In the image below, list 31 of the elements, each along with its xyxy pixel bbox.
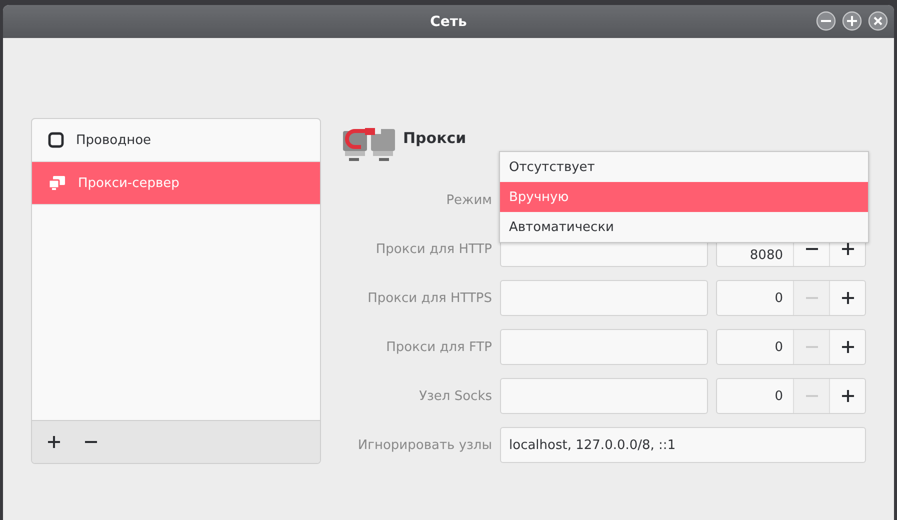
port-spinner[interactable]: 0 <box>716 280 866 316</box>
computers-icon <box>48 175 66 191</box>
port-value: 8080 <box>748 248 784 265</box>
field-label: Прокси для HTTPS <box>366 290 492 306</box>
plus-icon <box>842 292 854 304</box>
window-title: Сеть <box>430 14 467 30</box>
port-spinner[interactable]: 0 <box>716 329 866 365</box>
network-proxy-icon <box>341 125 397 163</box>
field-label: Прокси для HTTP <box>374 242 492 256</box>
plus-icon <box>842 341 854 353</box>
menu-item[interactable]: Отсутствует <box>500 152 868 182</box>
maximize-icon[interactable] <box>842 11 862 31</box>
host-field[interactable] <box>500 280 708 316</box>
field-label: Узел Socks <box>418 388 492 404</box>
ignore-hosts-field[interactable]: localhost, 127.0.0.0/8, ::1 <box>500 427 866 463</box>
port-spinner[interactable]: 0 <box>716 378 866 414</box>
close-icon[interactable] <box>868 11 888 31</box>
host-field[interactable] <box>500 329 708 365</box>
minimize-icon[interactable] <box>816 11 836 31</box>
field-label: Прокси для FTP <box>385 340 492 354</box>
ignore-label: Игнорировать узлы <box>356 438 492 452</box>
wired-icon <box>48 132 64 148</box>
port-value: 0 <box>774 340 784 354</box>
port-value: 0 <box>774 290 784 306</box>
add-icon[interactable] <box>48 436 60 448</box>
panel-title: Прокси <box>403 129 466 147</box>
plus-icon <box>842 390 854 402</box>
plus-icon <box>842 243 854 255</box>
host-field[interactable] <box>500 378 708 414</box>
port-value: 0 <box>774 388 784 404</box>
mode-label: Режим <box>445 192 492 208</box>
